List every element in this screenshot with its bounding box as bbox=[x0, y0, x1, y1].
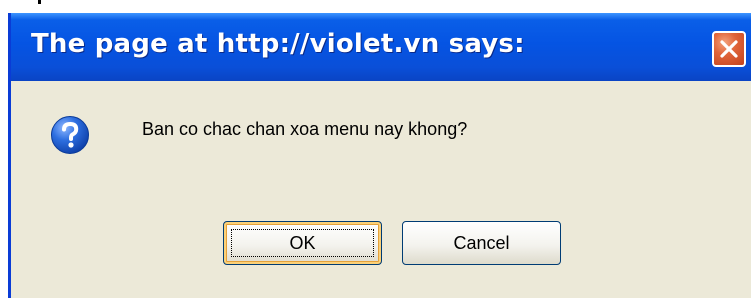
cancel-button-label: Cancel bbox=[453, 233, 510, 253]
close-button[interactable] bbox=[712, 31, 746, 67]
dialog-titlebar[interactable]: The page at http://violet.vn says: bbox=[11, 13, 751, 81]
ok-button-label: OK bbox=[289, 233, 316, 253]
confirm-dialog: The page at http://violet.vn says: Ban c… bbox=[8, 13, 751, 298]
close-icon bbox=[720, 40, 738, 58]
stray-mark bbox=[38, 0, 41, 4]
question-icon bbox=[51, 116, 89, 154]
dialog-title: The page at http://violet.vn says: bbox=[31, 29, 525, 59]
ok-button[interactable]: OK bbox=[223, 221, 382, 265]
dialog-message: Ban co chac chan xoa menu nay khong? bbox=[142, 119, 468, 139]
cancel-button[interactable]: Cancel bbox=[402, 221, 561, 265]
screen: The page at http://violet.vn says: Ban c… bbox=[0, 0, 751, 298]
